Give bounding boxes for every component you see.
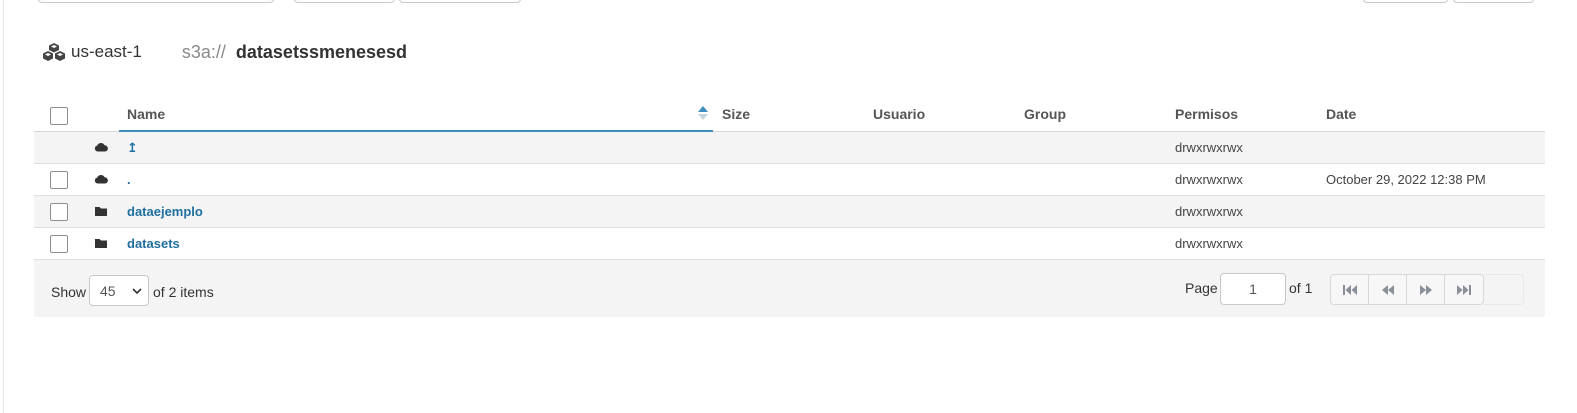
row-date: October 29, 2022 12:38 PM <box>1326 172 1486 187</box>
table-row[interactable]: . drwxrwxrwx October 29, 2022 12:38 PM <box>34 164 1545 196</box>
next-page-icon <box>1419 284 1432 295</box>
file-table: Name Size Usuario Group Permisos Date ↥ … <box>34 97 1545 317</box>
cloud-icon <box>94 174 108 184</box>
column-header-group[interactable]: Group <box>1024 106 1066 122</box>
cubes-icon <box>43 43 65 61</box>
column-header-date[interactable]: Date <box>1326 106 1356 122</box>
pager-extension <box>1484 274 1524 305</box>
next-page-button[interactable] <box>1407 275 1445 304</box>
column-header-size[interactable]: Size <box>722 106 750 122</box>
items-count-label: of 2 items <box>153 284 214 300</box>
column-header-name[interactable]: Name <box>127 106 165 122</box>
row-name-link[interactable]: dataejemplo <box>127 196 203 227</box>
row-permissions: drwxrwxrwx <box>1175 172 1243 187</box>
row-permissions: drwxrwxrwx <box>1175 236 1243 251</box>
table-row[interactable]: datasets drwxrwxrwx <box>34 228 1545 260</box>
last-page-icon <box>1457 284 1471 295</box>
toolbar-button[interactable] <box>294 0 395 3</box>
column-header-permissions[interactable]: Permisos <box>1175 106 1238 122</box>
folder-icon <box>95 207 107 216</box>
table-row[interactable]: dataejemplo drwxrwxrwx <box>34 196 1545 228</box>
cloud-icon <box>94 142 108 152</box>
bucket-name[interactable]: datasetssmenesesd <box>236 42 407 63</box>
toolbar-button[interactable] <box>1363 0 1448 3</box>
left-divider <box>3 0 4 413</box>
page-size-value: 45 <box>100 282 116 299</box>
page-size-select[interactable]: 45 <box>89 275 149 306</box>
filter-input[interactable] <box>38 0 274 3</box>
breadcrumb: us-east-1 s3a:// datasetssmenesesd <box>42 38 407 66</box>
row-permissions: drwxrwxrwx <box>1175 140 1243 155</box>
folder-icon <box>95 239 107 248</box>
previous-page-icon <box>1381 284 1394 295</box>
row-checkbox[interactable] <box>50 203 68 221</box>
total-pages-label: of 1 <box>1289 280 1313 296</box>
row-name-link[interactable]: ↥ <box>127 132 138 163</box>
previous-page-button[interactable] <box>1369 275 1407 304</box>
column-header-user[interactable]: Usuario <box>873 106 925 122</box>
first-page-button[interactable] <box>1331 275 1369 304</box>
sort-ascending-icon[interactable] <box>697 105 709 121</box>
row-permissions: drwxrwxrwx <box>1175 204 1243 219</box>
show-label: Show <box>51 284 87 300</box>
chevron-down-icon <box>132 288 142 295</box>
row-name-link[interactable]: datasets <box>127 228 180 259</box>
first-page-icon <box>1342 284 1357 295</box>
row-checkbox[interactable] <box>50 171 68 189</box>
toolbar-button[interactable] <box>399 0 521 3</box>
row-name-link[interactable]: . <box>127 164 131 195</box>
table-header: Name Size Usuario Group Permisos Date <box>34 97 1545 132</box>
page-number-input[interactable] <box>1220 273 1286 305</box>
path-scheme[interactable]: s3a:// <box>182 42 226 63</box>
toolbar-button[interactable] <box>1453 0 1534 3</box>
select-all-checkbox[interactable] <box>50 107 68 125</box>
pager-buttons <box>1330 274 1484 305</box>
region-label[interactable]: us-east-1 <box>71 42 142 62</box>
last-page-button[interactable] <box>1445 275 1483 304</box>
page-label: Page <box>1185 280 1218 296</box>
row-checkbox[interactable] <box>50 235 68 253</box>
table-row[interactable]: ↥ drwxrwxrwx <box>34 132 1545 164</box>
table-footer: Show 45 of 2 items Page of 1 <box>34 260 1545 317</box>
